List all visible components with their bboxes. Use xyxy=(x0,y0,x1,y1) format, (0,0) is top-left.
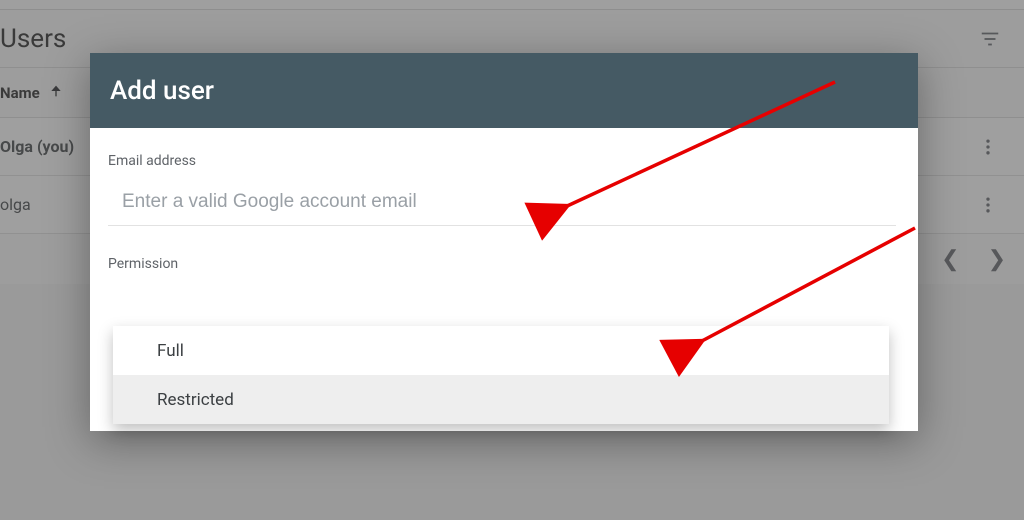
email-label: Email address xyxy=(108,153,896,169)
dialog-title: Add user xyxy=(110,76,214,106)
email-input[interactable] xyxy=(108,187,896,226)
permission-option-full[interactable]: Full xyxy=(113,326,889,375)
permission-label: Permission xyxy=(108,256,896,272)
option-label: Full xyxy=(157,341,184,361)
permission-dropdown: Full Restricted xyxy=(113,326,889,424)
option-label: Restricted xyxy=(157,390,234,410)
permission-option-restricted[interactable]: Restricted xyxy=(113,375,889,424)
